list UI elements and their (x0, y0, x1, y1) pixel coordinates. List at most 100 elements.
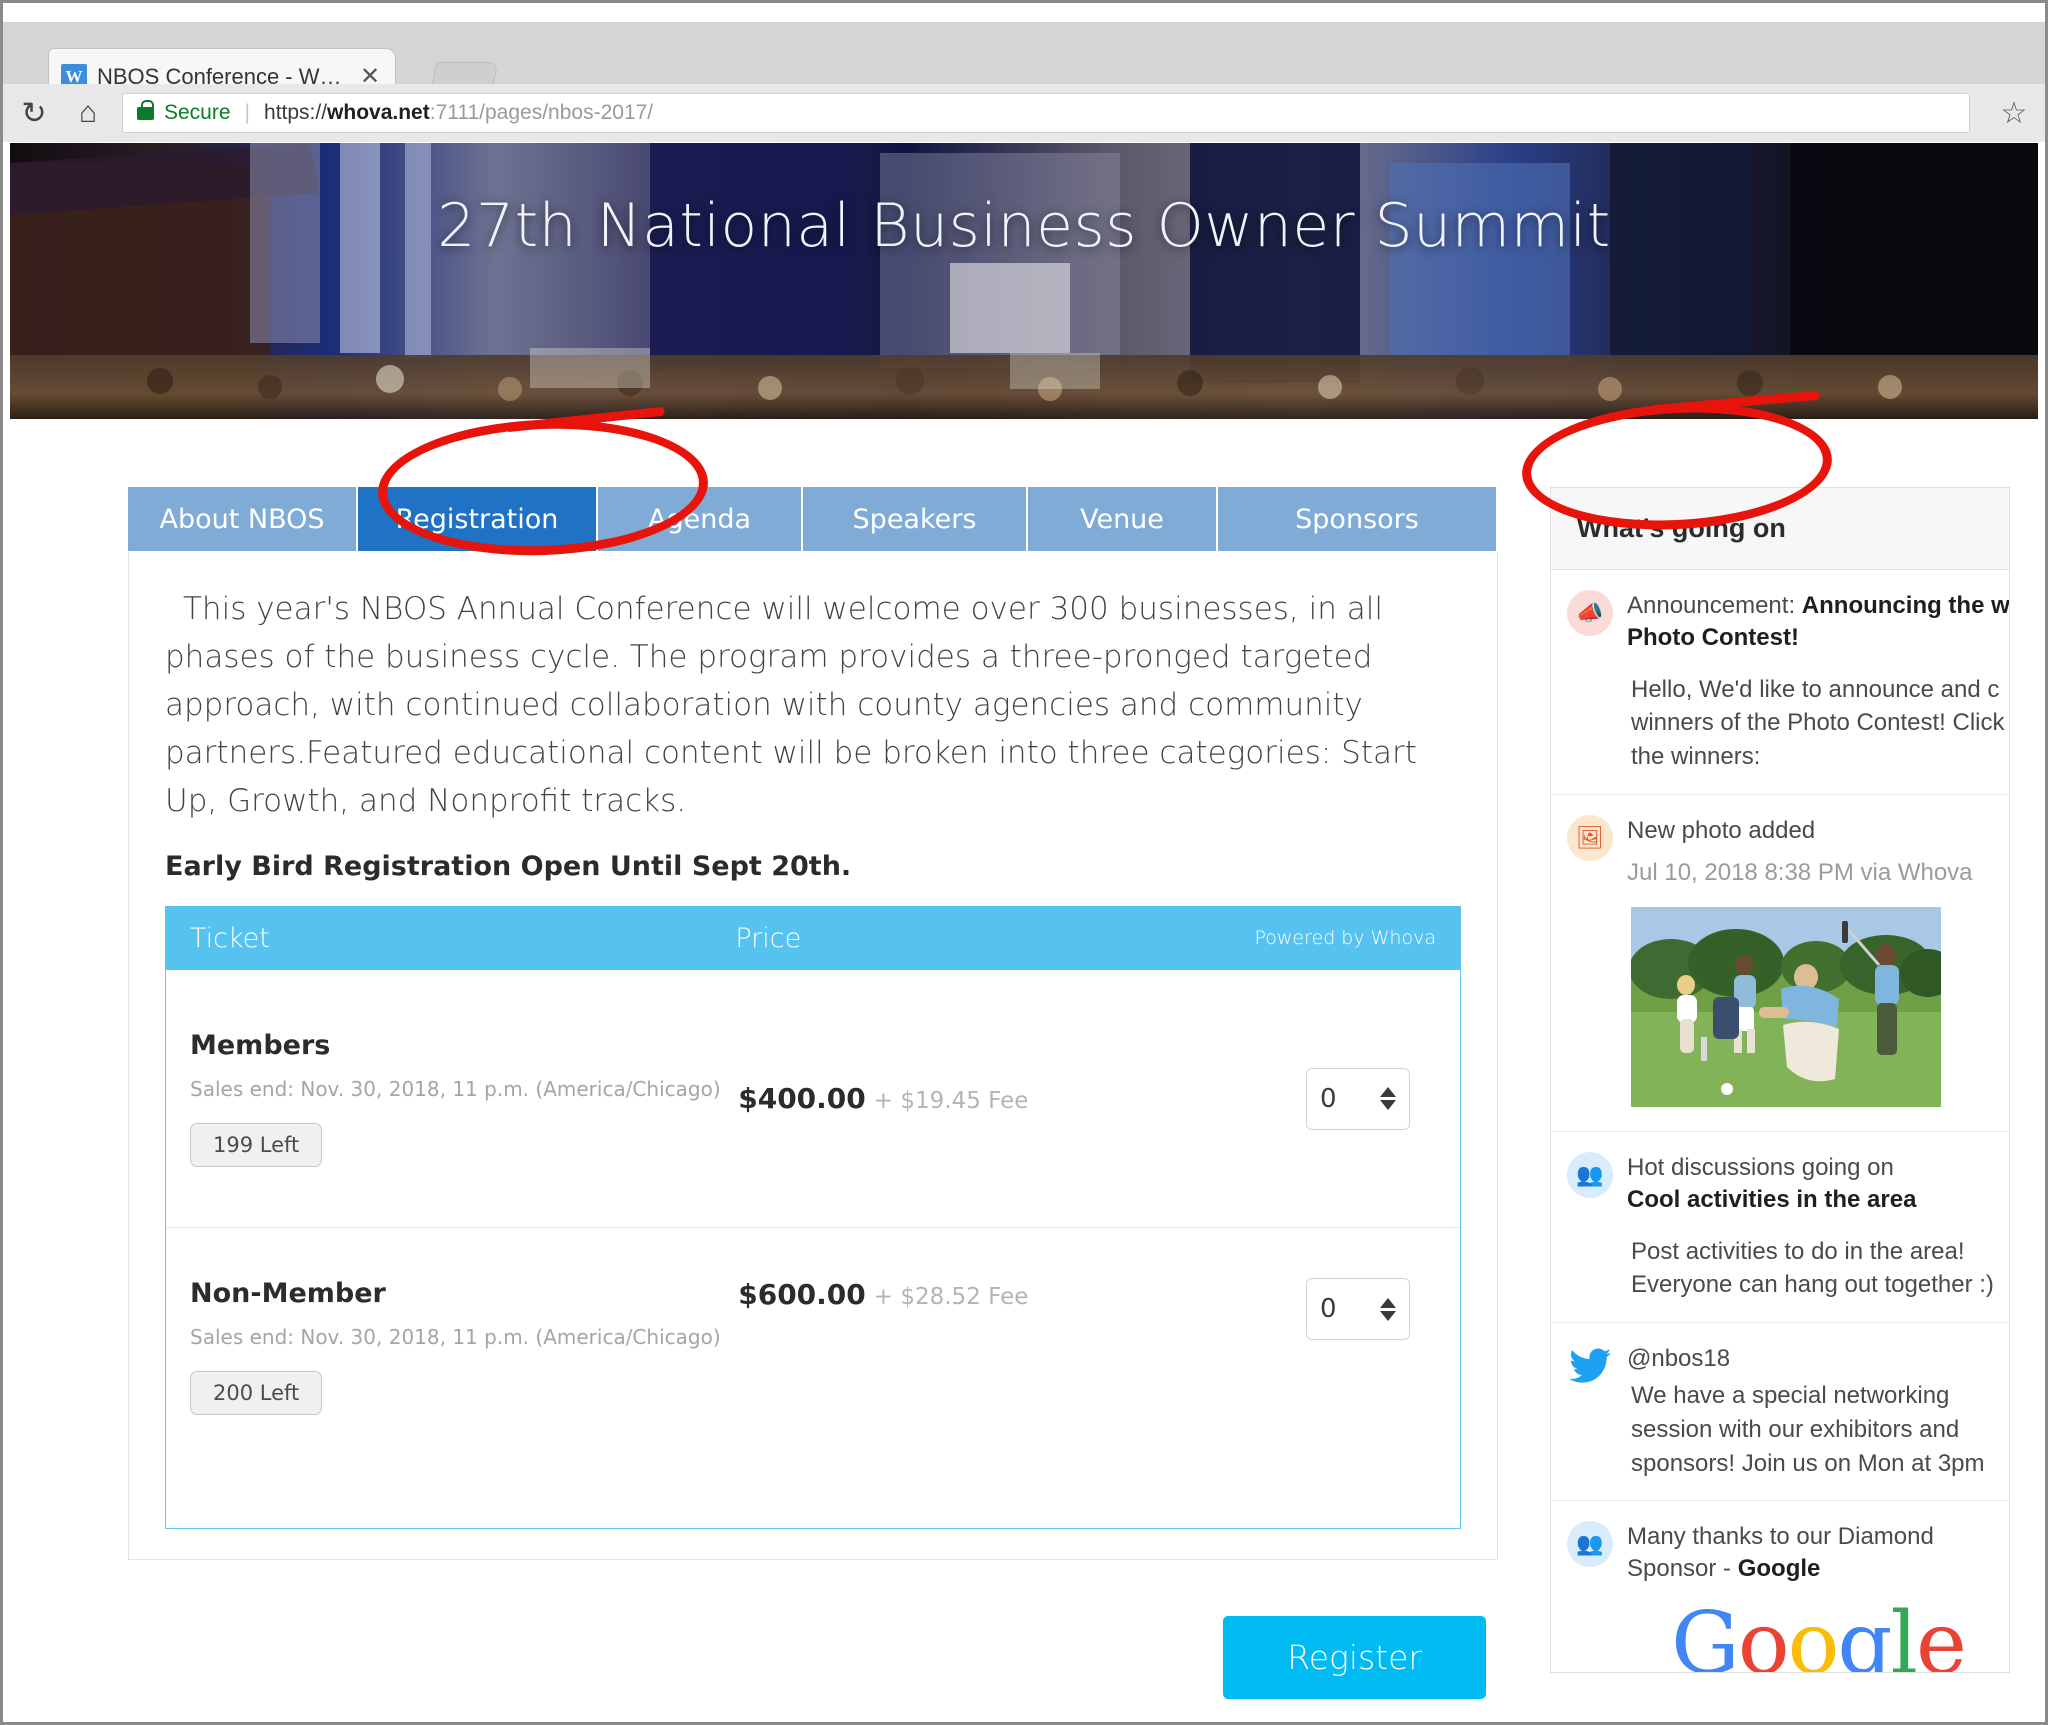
home-icon[interactable]: ⌂ (68, 93, 108, 133)
tab-venue[interactable]: Venue (1028, 487, 1218, 551)
twitter-icon (1567, 1343, 1613, 1389)
list-item-sponsor[interactable]: 👥 Many thanks to our Diamond Sponsor - G… (1551, 1501, 2009, 1673)
list-item-announcement[interactable]: 📣 Announcement: Announcing the w Photo C… (1551, 570, 2009, 795)
page-title: 27th National Business Owner Summit (10, 191, 2038, 261)
url-scheme: https:// (264, 101, 327, 124)
tab-registration[interactable]: Registration (358, 487, 598, 551)
main-column: About NBOS Registration Agenda Speakers … (128, 487, 1498, 1699)
url-domain: whova.net (327, 101, 430, 124)
announcement-title: Announcing the w (1802, 592, 2010, 619)
chevron-down-icon[interactable] (1380, 1311, 1396, 1321)
url-path: :7111/pages/nbos-2017/ (430, 101, 653, 124)
sidebar-header: What's going on (1551, 488, 2009, 570)
price-amount: $600.00 (738, 1278, 866, 1311)
tab-agenda[interactable]: Agenda (598, 487, 803, 551)
browser-chrome: W NBOS Conference - Whova ✕ ↻ ⌂ Secure |… (0, 0, 2048, 142)
powered-by-whova-label: Powered by Whova (1149, 927, 1460, 949)
discussion-title: Hot discussions going on (1627, 1152, 2009, 1184)
sponsor-title-line1: Many thanks to our Diamond (1627, 1521, 2009, 1553)
ticket-name: Members (190, 1030, 738, 1061)
list-item-new-photo[interactable]: 🖼 New photo added Jul 10, 2018 8:38 PM v… (1551, 795, 2009, 1132)
table-row: Members Sales end: Nov. 30, 2018, 11 p.m… (166, 970, 1460, 1228)
chevron-up-icon[interactable] (1380, 1298, 1396, 1308)
price-amount: $400.00 (738, 1082, 866, 1115)
golf-photo[interactable] (1631, 907, 1941, 1107)
sponsor-prefix: Sponsor - (1627, 1555, 1738, 1582)
announcement-title-cont: Photo Contest! (1627, 624, 1799, 651)
tab-label: Sponsors (1295, 504, 1419, 535)
conference-stage-photo (10, 143, 2038, 419)
google-logo: Google (1627, 1594, 2009, 1673)
quantity-stepper[interactable]: 0 (1306, 1278, 1410, 1340)
address-bar[interactable]: Secure | https://whova.net:7111/pages/nb… (122, 93, 1970, 133)
discussion-icon: 👥 (1567, 1521, 1613, 1567)
price-fee: + $19.45 Fee (874, 1088, 1029, 1114)
price-fee: + $28.52 Fee (874, 1284, 1029, 1310)
new-photo-title: New photo added (1627, 815, 2009, 847)
discussion-icon: 👥 (1567, 1152, 1613, 1198)
discussion-text: Post activities to do in the area! Every… (1627, 1235, 2009, 1302)
tweet-body: @nbos18 We have a special networking ses… (1627, 1343, 2009, 1480)
google-letter-o2: o (1788, 1594, 1838, 1673)
sidebar-title: What's going on (1577, 513, 1786, 544)
golf-photo-image (1631, 907, 1941, 1107)
spinner-arrows[interactable] (1380, 1087, 1396, 1110)
tab-label: Agenda (648, 504, 751, 535)
tab-label: Speakers (853, 504, 977, 535)
sponsor-body: Many thanks to our Diamond Sponsor - Goo… (1627, 1521, 2009, 1673)
registration-panel: This year's NBOS Annual Conference will … (128, 551, 1498, 1560)
announcement-title-line2: Photo Contest! (1627, 622, 2009, 654)
omnibox-divider: | (245, 101, 250, 125)
tab-sponsors[interactable]: Sponsors (1218, 487, 1496, 551)
column-header-ticket: Ticket (166, 923, 735, 954)
new-photo-timestamp: Jul 10, 2018 8:38 PM via Whova (1627, 859, 2009, 887)
ticket-price: $400.00 + $19.45 Fee (738, 1082, 1162, 1115)
chevron-up-icon[interactable] (1380, 1087, 1396, 1097)
quantity-value: 0 (1320, 1084, 1337, 1114)
tab-about-nbos[interactable]: About NBOS (128, 487, 358, 551)
discussion-body: Hot discussions going on Cool activities… (1627, 1152, 2009, 1302)
google-letter-l: l (1890, 1594, 1916, 1673)
tickets-left-badge: 200 Left (190, 1371, 322, 1415)
tweet-handle[interactable]: @nbos18 (1627, 1343, 2009, 1375)
quantity-cell: 0 (1162, 1068, 1436, 1130)
announcement-body: Announcement: Announcing the w Photo Con… (1627, 590, 2009, 774)
tab-label: Registration (396, 504, 559, 535)
window-titlebar (0, 0, 2048, 22)
quantity-value: 0 (1320, 1294, 1337, 1324)
quantity-stepper[interactable]: 0 (1306, 1068, 1410, 1130)
google-letter-g: G (1671, 1594, 1738, 1673)
quantity-cell: 0 (1162, 1278, 1436, 1340)
chevron-down-icon[interactable] (1380, 1100, 1396, 1110)
lock-icon (137, 107, 154, 120)
tickets-left-badge: 199 Left (190, 1123, 322, 1167)
ticket-sales-end: Sales end: Nov. 30, 2018, 11 p.m. (Ameri… (190, 1325, 738, 1349)
ticket-table: Ticket Price Powered by Whova Members Sa… (165, 906, 1461, 1529)
browser-toolbar: ↻ ⌂ Secure | https://whova.net:7111/page… (0, 84, 2048, 142)
ticket-info: Members Sales end: Nov. 30, 2018, 11 p.m… (190, 1030, 738, 1167)
table-row: Non-Member Sales end: Nov. 30, 2018, 11 … (166, 1228, 1460, 1528)
hero-banner: 27th National Business Owner Summit (10, 143, 2038, 419)
list-item-tweet[interactable]: @nbos18 We have a special networking ses… (1551, 1323, 2009, 1501)
security-label: Secure (164, 101, 231, 125)
spinner-arrows[interactable] (1380, 1298, 1396, 1321)
page-body: About NBOS Registration Agenda Speakers … (10, 419, 2038, 1715)
bookmark-star-icon[interactable]: ☆ (1994, 93, 2034, 133)
sponsor-name: Google (1738, 1555, 1821, 1582)
ticket-table-header: Ticket Price Powered by Whova (166, 906, 1460, 970)
column-header-price: Price (735, 923, 1149, 954)
discussion-topic: Cool activities in the area (1627, 1184, 2009, 1216)
tab-label: Venue (1080, 504, 1164, 535)
photo-icon: 🖼 (1567, 815, 1613, 861)
tab-speakers[interactable]: Speakers (803, 487, 1028, 551)
new-photo-body: New photo added Jul 10, 2018 8:38 PM via… (1627, 815, 2009, 1111)
list-item-discussion[interactable]: 👥 Hot discussions going on Cool activiti… (1551, 1132, 2009, 1323)
register-row: Register (128, 1616, 1498, 1699)
announcement-title-line1: Announcement: Announcing the w (1627, 590, 2009, 622)
google-letter-o1: o (1738, 1594, 1788, 1673)
ticket-price: $600.00 + $28.52 Fee (738, 1278, 1162, 1311)
tweet-text: We have a special networking session wit… (1627, 1379, 2009, 1480)
ticket-sales-end: Sales end: Nov. 30, 2018, 11 p.m. (Ameri… (190, 1077, 738, 1101)
reload-icon[interactable]: ↻ (14, 93, 54, 133)
register-button[interactable]: Register (1223, 1616, 1486, 1699)
